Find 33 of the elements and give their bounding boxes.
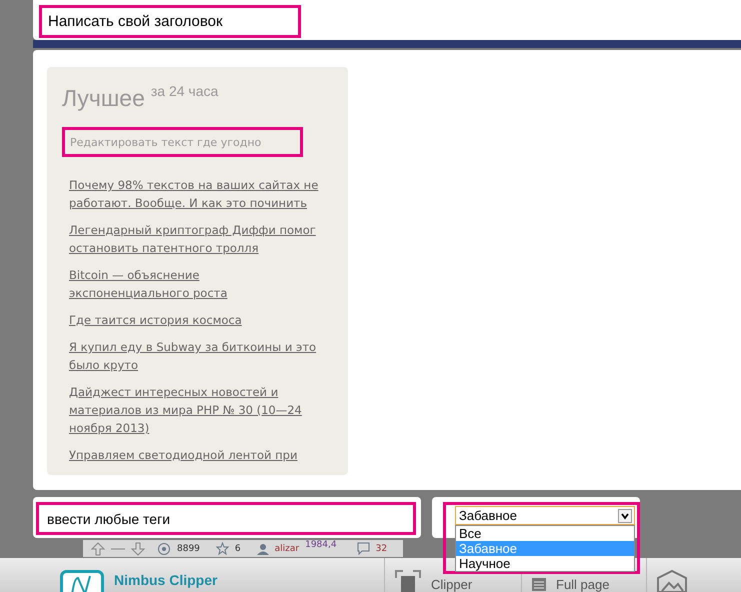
page-icon [532, 578, 546, 591]
image-icon [657, 570, 687, 592]
category-select[interactable]: Забавное [455, 506, 635, 525]
author-name[interactable]: alizar [274, 544, 300, 554]
dropdown-option[interactable]: Научное [456, 556, 634, 571]
favorites-count: 6 [234, 544, 241, 554]
heading-note: за 24 часа [150, 83, 218, 99]
logo-icon [60, 570, 104, 592]
article-link[interactable]: Bitcoin — объяснение экспоненциального роста [69, 266, 319, 302]
article-link[interactable]: Управляем светодиодной лентой при [69, 446, 319, 464]
comments-count[interactable]: 32 [376, 544, 388, 554]
comment-icon [356, 542, 370, 555]
views-count: 8899 [177, 544, 200, 554]
toolbar-button[interactable]: Full page [556, 578, 636, 591]
article-link[interactable]: Где таится история космоса [69, 311, 319, 329]
article-link[interactable]: Я купил еду в Subway за биткоины и это было круто [69, 338, 319, 374]
user-icon [256, 542, 269, 554]
edit-text-field[interactable]: Редактировать текст где угодно [62, 127, 303, 157]
eye-icon [157, 542, 171, 554]
dropdown-option[interactable]: Все [456, 526, 634, 541]
article-link[interactable]: Легендарный криптограф Диффи помог остановить патентного тролля [69, 221, 319, 257]
app-name: Nimbus Clipper [114, 572, 218, 588]
tags-input-field[interactable]: ввести любые теги [36, 502, 416, 535]
crop-icon [395, 570, 421, 592]
dropdown-option[interactable]: Забавное [456, 541, 634, 556]
article-link[interactable]: Дайджест интересных новостей и материалов из мира PHP № 30 (10—24 ноября 2013) [69, 383, 319, 437]
star-icon [216, 542, 229, 555]
article-link[interactable]: Почему 98% текстов на ваших сайтах не работают. Вообще. И как это починить [69, 176, 319, 212]
sidebar-heading: Лучшее [62, 85, 145, 112]
toolbar-button[interactable]: Clipper [431, 578, 511, 591]
caret-icon [618, 508, 632, 522]
author-karma: 1984,4 [305, 540, 337, 550]
title-input-field[interactable]: Написать свой заголовок [39, 5, 301, 38]
